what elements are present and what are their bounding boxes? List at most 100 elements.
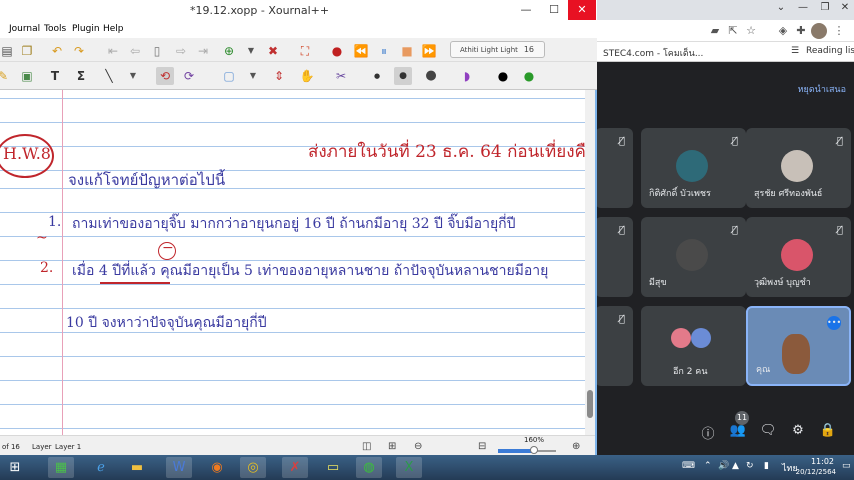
profile-avatar[interactable] <box>811 23 827 39</box>
fullscreen-icon[interactable]: ⛶ <box>296 42 314 60</box>
stop-presenting-link[interactable]: หยุดนำเสนอ <box>798 82 846 96</box>
two-page-icon[interactable]: ◫ <box>362 441 371 452</box>
chevron-up-icon[interactable]: ⌃ <box>704 461 712 471</box>
fast-forward-icon[interactable]: ⏩ <box>420 42 438 60</box>
more-participants-tile[interactable]: อีก 2 คน <box>641 306 746 386</box>
medium-dot-icon[interactable]: ● <box>394 67 412 85</box>
bookmark-stec4[interactable]: STEC4.com - โคมเด็น... <box>603 46 703 60</box>
fill-icon[interactable]: ◗ <box>458 67 476 85</box>
info-icon[interactable]: ⓘ <box>699 423 717 442</box>
participant-tile[interactable]: 🎙̸ วุฒิพงษ์ บุญชำ <box>746 217 851 297</box>
latex-icon[interactable]: Σ <box>72 67 90 85</box>
participant-tile[interactable]: 🎙̸ มีสุข <box>641 217 746 297</box>
participant-tile[interactable]: 🎙̸ สุรชัย ศรีทองพันธ์ <box>746 128 851 208</box>
redo-icon[interactable]: ↷ <box>70 42 88 60</box>
network-icon[interactable]: ▲ <box>732 461 739 471</box>
presentation-icon[interactable]: ⊞ <box>388 441 396 452</box>
activities-icon[interactable]: ⚙ <box>789 423 807 438</box>
chevron-down-icon[interactable]: ▼ <box>124 67 142 85</box>
participant-tile[interactable]: 🎙̸ <box>595 128 633 208</box>
vertical-scrollbar[interactable] <box>585 90 595 435</box>
menu-plugin[interactable]: Plugin <box>72 24 100 34</box>
goto-page-icon[interactable]: ▯ <box>148 42 166 60</box>
spreadsheet-app-icon[interactable]: ▦ <box>48 457 74 478</box>
stop-icon[interactable]: ■ <box>398 42 416 60</box>
reading-list-label[interactable]: Reading list <box>806 46 854 56</box>
zoom-out-icon[interactable]: ⊖ <box>414 441 422 452</box>
chevron-down-icon[interactable]: ▼ <box>244 67 262 85</box>
delete-page-icon[interactable]: ✖ <box>264 42 282 60</box>
self-view-tile[interactable]: ••• คุณ <box>746 306 851 386</box>
battery-icon[interactable]: ▮ <box>764 461 769 471</box>
scrollbar-thumb[interactable] <box>587 390 593 418</box>
chevron-down-icon[interactable]: ▼ <box>242 42 260 60</box>
participant-tile[interactable]: 🎙̸ <box>595 306 633 386</box>
goto-first-icon[interactable]: ⇤ <box>104 42 122 60</box>
default-tools-icon[interactable]: ✂ <box>332 67 350 85</box>
color-green-icon[interactable]: ● <box>520 67 538 85</box>
start-windows-icon[interactable]: ⊞ <box>2 457 28 478</box>
hand-icon[interactable]: ✋ <box>298 67 316 85</box>
star-icon[interactable]: ☆ <box>743 23 759 39</box>
close-icon[interactable]: ✕ <box>568 0 596 20</box>
maximize-icon[interactable]: ☐ <box>540 0 568 20</box>
clock-date[interactable]: 20/12/2564 <box>796 468 836 476</box>
extension-icon[interactable]: ◈ <box>775 23 791 39</box>
new-page-icon[interactable]: ⊕ <box>220 42 238 60</box>
menu-tools[interactable]: Tools <box>44 24 66 34</box>
ie-app-icon[interactable]: ℯ <box>88 457 114 478</box>
share-icon[interactable]: ⇱ <box>725 23 741 39</box>
pause-icon[interactable]: ⏸ <box>375 42 393 60</box>
puzzle-icon[interactable]: ✚ <box>793 23 809 39</box>
word-app-icon[interactable]: W <box>166 457 192 478</box>
copy-icon[interactable]: ❐ <box>18 42 36 60</box>
participant-tile[interactable]: 🎙̸ <box>595 217 633 297</box>
participant-tile[interactable]: 🎙̸ กิติศักดิ์ บัวเพชร <box>641 128 746 208</box>
record-icon[interactable]: ● <box>328 42 346 60</box>
vertical-space-icon[interactable]: ⇕ <box>270 67 288 85</box>
chevron-down-icon[interactable]: ⌄ <box>770 0 792 18</box>
chrome-app-icon[interactable]: ◎ <box>240 457 266 478</box>
file-explorer-icon[interactable]: ▬ <box>124 457 150 478</box>
xournal-app-icon[interactable]: ✗ <box>282 457 308 478</box>
pen-icon[interactable]: ✎ <box>0 67 12 85</box>
undo-icon[interactable]: ↶ <box>48 42 66 60</box>
select-region-icon[interactable]: ⟳ <box>180 67 198 85</box>
camera-icon[interactable]: ▰ <box>707 23 723 39</box>
image-icon[interactable]: ▣ <box>18 67 36 85</box>
people-icon[interactable]: 👥 <box>729 423 747 438</box>
rewind-icon[interactable]: ⏪ <box>352 42 370 60</box>
notification-icon[interactable]: ▭ <box>842 461 851 471</box>
thin-dot-icon[interactable]: ● <box>368 67 386 85</box>
document-canvas[interactable]: H.W.8 ส่งภายในวันที่ 23 ธ.ค. 64 ก่อนเที่… <box>0 90 595 435</box>
line-icon[interactable]: ╲ <box>100 67 118 85</box>
rectangle-select-icon[interactable]: ▢ <box>220 67 238 85</box>
forward-icon[interactable]: ⇨ <box>172 42 190 60</box>
zoom-fit-icon[interactable]: ⊟ <box>478 441 486 452</box>
restore-icon[interactable]: ❐ <box>814 0 836 18</box>
firefox-app-icon[interactable]: ◉ <box>204 457 230 478</box>
menu-help[interactable]: Help <box>103 24 124 34</box>
keyboard-icon[interactable]: ⌨ <box>682 461 695 471</box>
thick-dot-icon[interactable]: ● <box>422 67 440 85</box>
zoom-in-icon[interactable]: ⊕ <box>572 441 580 452</box>
select-lasso-icon[interactable]: ⟲ <box>156 67 174 85</box>
text-tool-icon[interactable]: T <box>46 67 64 85</box>
volume-icon[interactable]: 🔊 <box>718 461 729 471</box>
layer-select[interactable]: Layer 1 <box>55 443 81 451</box>
close-icon[interactable]: ✕ <box>834 0 854 18</box>
chat-icon[interactable]: 🗨 <box>759 423 777 438</box>
clock-time[interactable]: 11:02 <box>811 457 834 466</box>
sync-icon[interactable]: ↻ <box>746 461 754 471</box>
kebab-menu-icon[interactable]: ⋮ <box>831 23 847 39</box>
minimize-icon[interactable]: — <box>792 0 814 18</box>
color-black-icon[interactable]: ● <box>494 67 512 85</box>
minimize-icon[interactable]: — <box>512 0 540 20</box>
line-app-icon[interactable]: ◍ <box>356 457 382 478</box>
menu-journal[interactable]: Journal <box>9 24 40 34</box>
font-chooser[interactable]: Athiti Light Light 16 <box>450 41 545 58</box>
excel-app-icon[interactable]: X <box>396 457 422 478</box>
zoom-slider-handle[interactable] <box>529 446 538 454</box>
sticky-notes-icon[interactable]: ▭ <box>320 457 346 478</box>
paste-icon[interactable]: ▤ <box>0 42 16 60</box>
